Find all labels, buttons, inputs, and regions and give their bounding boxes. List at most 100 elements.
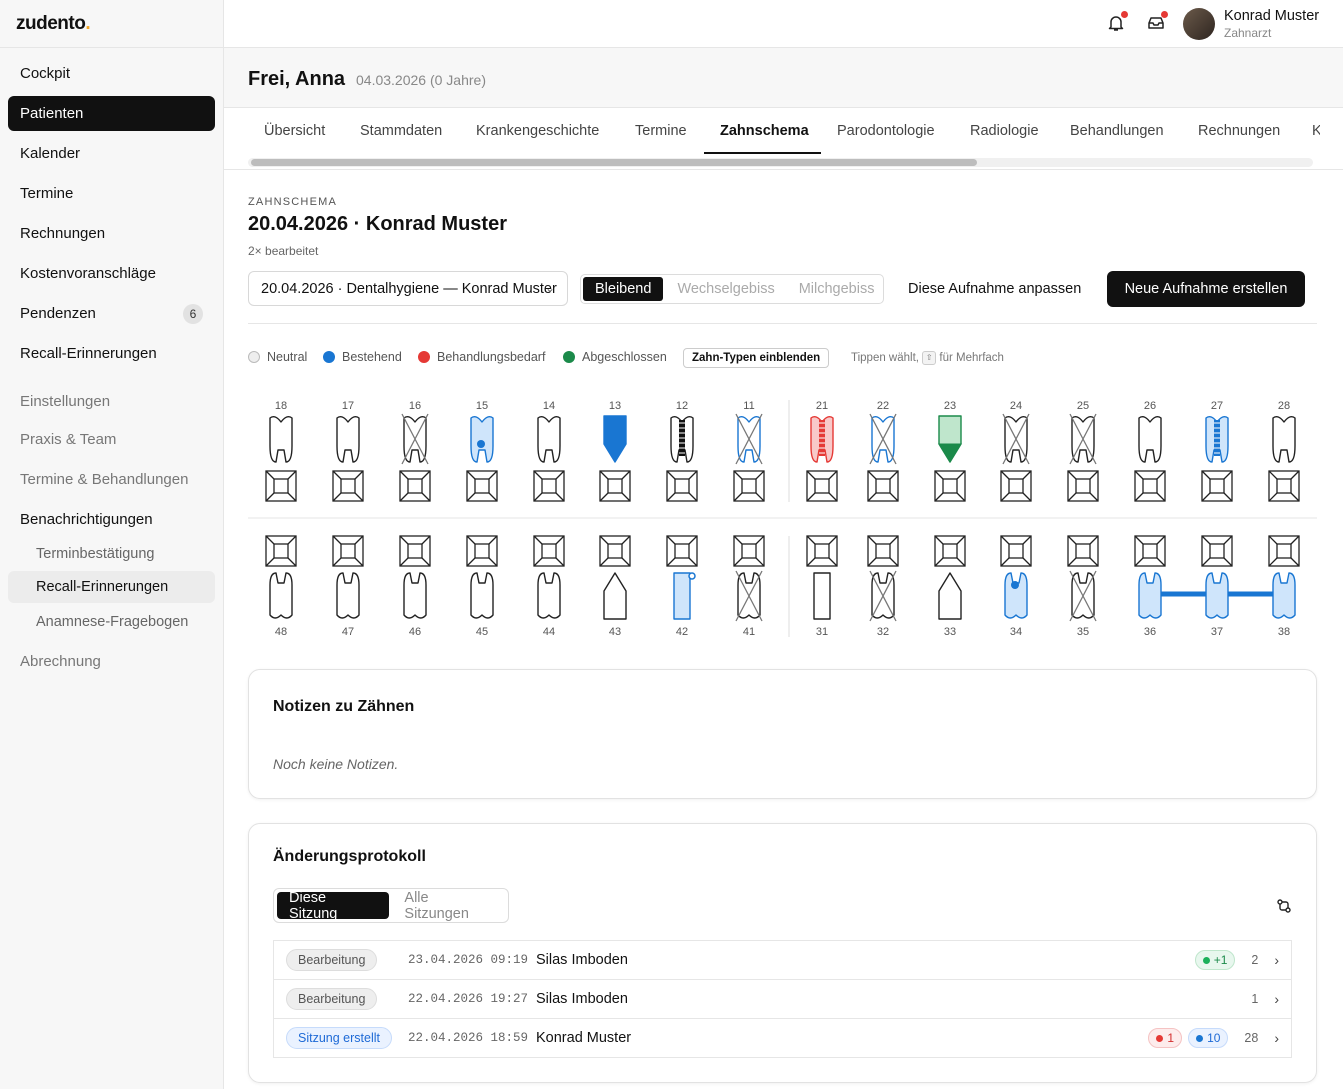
tooth[interactable]: [1205, 572, 1229, 619]
tab-this-session[interactable]: Diese Sitzung: [277, 890, 390, 922]
tooth-number: 35: [1077, 626, 1089, 638]
tooth[interactable]: [1205, 415, 1229, 463]
tooth-surface-upper[interactable]: [599, 470, 631, 502]
tooth-surface-lower[interactable]: [867, 535, 899, 567]
tooth[interactable]: [869, 570, 897, 622]
list-item[interactable]: Sitzung erstellt 22.04.2026 18:59 Konrad…: [274, 1019, 1291, 1058]
tooth-surface-lower[interactable]: [533, 535, 565, 567]
tooth[interactable]: [938, 415, 962, 463]
compare-icon[interactable]: [1276, 898, 1292, 919]
user: Silas Imboden: [536, 991, 628, 1007]
needs-count: 1: [1148, 1028, 1183, 1048]
list-item[interactable]: Bearbeitung 22.04.2026 19:27 Silas Imbod…: [274, 980, 1291, 1019]
tooth-surface-upper[interactable]: [265, 470, 297, 502]
tooth[interactable]: [470, 415, 494, 463]
change-count: 1: [1251, 992, 1259, 1006]
tooth-surface-upper[interactable]: [332, 470, 364, 502]
tooth[interactable]: [869, 413, 897, 465]
change-count: 2: [1251, 953, 1259, 967]
chevron-right-icon[interactable]: ›: [1274, 952, 1279, 968]
tooth-number: 47: [342, 626, 354, 638]
tooth[interactable]: [1004, 572, 1028, 619]
tooth-number: 12: [676, 400, 688, 412]
notes-title: Notizen zu Zähnen: [273, 698, 415, 715]
tooth[interactable]: [537, 572, 561, 619]
tooth-surface-upper[interactable]: [533, 470, 565, 502]
tooth[interactable]: [470, 572, 494, 619]
tooth-number: 46: [409, 626, 421, 638]
tooth[interactable]: [813, 572, 831, 620]
tooth[interactable]: [336, 415, 360, 463]
tooth[interactable]: [1272, 415, 1296, 463]
chevron-right-icon[interactable]: ›: [1274, 1030, 1279, 1046]
tooth-surface-lower[interactable]: [1268, 535, 1300, 567]
tooth-surface-upper[interactable]: [733, 470, 765, 502]
tooth-number: 26: [1144, 400, 1156, 412]
tooth-surface-upper[interactable]: [867, 470, 899, 502]
tooth-number: 48: [275, 626, 287, 638]
tooth-surface-upper[interactable]: [666, 470, 698, 502]
type-badge: Sitzung erstellt: [286, 1027, 392, 1049]
tooth-surface-upper[interactable]: [1067, 470, 1099, 502]
tooth[interactable]: [537, 415, 561, 463]
tooth-surface-lower[interactable]: [599, 535, 631, 567]
changelog-title: Änderungsprotokoll: [273, 848, 426, 865]
tooth-number: 17: [342, 400, 354, 412]
tooth-number: 14: [543, 400, 555, 412]
tooth[interactable]: [1138, 415, 1162, 463]
tooth[interactable]: [1002, 413, 1030, 465]
tooth[interactable]: [401, 413, 429, 465]
tooth-surface-lower[interactable]: [1201, 535, 1233, 567]
chevron-right-icon[interactable]: ›: [1274, 991, 1279, 1007]
changelog-card: Änderungsprotokoll Diese Sitzung Alle Si…: [248, 823, 1317, 1083]
tooth-surface-lower[interactable]: [332, 535, 364, 567]
tooth-surface-upper[interactable]: [1268, 470, 1300, 502]
tooth[interactable]: [1069, 413, 1097, 465]
tooth-number: 43: [609, 626, 621, 638]
tooth[interactable]: [603, 572, 627, 620]
tooth-number: 32: [877, 626, 889, 638]
tooth-surface-upper[interactable]: [466, 470, 498, 502]
tooth-number: 28: [1278, 400, 1290, 412]
tooth[interactable]: [673, 572, 696, 620]
tooth[interactable]: [403, 572, 427, 619]
tooth-surface-lower[interactable]: [666, 535, 698, 567]
tooth-number: 23: [944, 400, 956, 412]
tooth[interactable]: [735, 570, 763, 622]
tooth-surface-lower[interactable]: [1000, 535, 1032, 567]
tooth-surface-lower[interactable]: [265, 535, 297, 567]
timestamp: 23.04.2026 09:19: [408, 953, 529, 967]
tab-all-sessions[interactable]: Alle Sitzungen: [392, 889, 508, 922]
tooth-surface-upper[interactable]: [1201, 470, 1233, 502]
tooth[interactable]: [1138, 572, 1162, 619]
tooth[interactable]: [269, 572, 293, 619]
tooth-surface-upper[interactable]: [1000, 470, 1032, 502]
type-badge: Bearbeitung: [286, 988, 378, 1010]
tooth[interactable]: [670, 415, 694, 463]
tooth[interactable]: [269, 415, 293, 463]
user: Konrad Muster: [536, 1030, 632, 1046]
tooth-number: 42: [676, 626, 688, 638]
tooth-surface-upper[interactable]: [399, 470, 431, 502]
tooth[interactable]: [938, 572, 962, 620]
tooth-number: 38: [1278, 626, 1290, 638]
tooth-surface-lower[interactable]: [1134, 535, 1166, 567]
tooth[interactable]: [603, 415, 627, 463]
tooth-surface-lower[interactable]: [466, 535, 498, 567]
tooth[interactable]: [336, 572, 360, 619]
list-item[interactable]: Bearbeitung 23.04.2026 09:19 Silas Imbod…: [274, 941, 1291, 980]
tooth[interactable]: [810, 415, 834, 463]
tooth-surface-upper[interactable]: [806, 470, 838, 502]
tooth-number: 44: [543, 626, 555, 638]
tooth-surface-lower[interactable]: [806, 535, 838, 567]
tooth[interactable]: [1069, 570, 1097, 622]
tooth-surface-lower[interactable]: [733, 535, 765, 567]
tooth-surface-upper[interactable]: [934, 470, 966, 502]
tooth-surface-upper[interactable]: [1134, 470, 1166, 502]
tooth-number: 21: [816, 400, 828, 412]
tooth-surface-lower[interactable]: [399, 535, 431, 567]
tooth[interactable]: [1272, 572, 1296, 619]
tooth-surface-lower[interactable]: [1067, 535, 1099, 567]
tooth[interactable]: [735, 413, 763, 465]
tooth-surface-lower[interactable]: [934, 535, 966, 567]
